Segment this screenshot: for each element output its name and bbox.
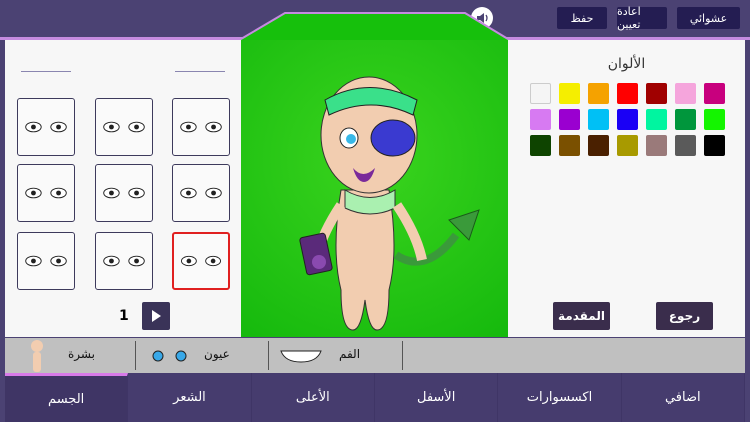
color-swatch[interactable] — [617, 109, 638, 130]
tab-0[interactable]: الجسم — [5, 373, 129, 422]
color-swatch[interactable] — [559, 83, 580, 104]
eye-style-option[interactable] — [172, 164, 230, 222]
character-preview — [241, 40, 508, 337]
eye-style-option[interactable] — [172, 98, 230, 156]
style-panel: 1 — [5, 40, 241, 337]
colors-title: الألوان — [607, 56, 646, 72]
color-swatch[interactable] — [588, 83, 609, 104]
category-tabs: الجسم الشعر الأعلى الأسفل اكسسوارات اضافي — [5, 373, 745, 422]
color-swatch[interactable] — [646, 109, 667, 130]
color-swatch[interactable] — [704, 83, 725, 104]
part-skin[interactable]: بشرة — [5, 338, 135, 373]
page-number: 1 — [119, 308, 129, 324]
color-swatch[interactable] — [559, 109, 580, 130]
back-button[interactable]: رجوع — [656, 302, 713, 330]
part-eyes[interactable]: عيون — [136, 338, 268, 373]
eye-style-option[interactable] — [172, 232, 230, 290]
parts-strip: بشرة عيون الفم — [5, 338, 745, 373]
color-swatch[interactable] — [646, 135, 667, 156]
part-mouth[interactable]: الفم — [269, 338, 402, 373]
color-swatch[interactable] — [617, 83, 638, 104]
tab-5[interactable]: اضافي — [621, 373, 745, 422]
intro-button[interactable]: المقدمة — [553, 302, 610, 330]
color-swatch[interactable] — [675, 135, 696, 156]
body-icon — [31, 340, 43, 372]
eye-style-option[interactable] — [95, 232, 153, 290]
eye-style-option[interactable] — [95, 98, 153, 156]
eyes-icon — [152, 350, 187, 362]
preview-tab-bump — [240, 12, 509, 40]
color-swatch[interactable] — [675, 83, 696, 104]
color-swatch[interactable] — [530, 135, 551, 156]
divider — [21, 71, 71, 72]
part-label: الفم — [339, 347, 361, 361]
color-swatch[interactable] — [704, 135, 725, 156]
character-illustration — [299, 76, 480, 331]
tab-3[interactable]: الأسفل — [374, 373, 499, 422]
eye-style-option[interactable] — [95, 164, 153, 222]
colors-panel: الألوان المقدمة رجوع — [508, 40, 745, 337]
tab-4[interactable]: اكسسوارات — [498, 373, 622, 422]
eye-style-option[interactable] — [17, 232, 75, 290]
color-swatch[interactable] — [530, 83, 551, 104]
eye-style-option[interactable] — [17, 98, 75, 156]
part-label: بشرة — [68, 347, 95, 361]
play-icon[interactable] — [142, 302, 170, 330]
tab-1[interactable]: الشعر — [128, 373, 252, 422]
color-swatch[interactable] — [588, 135, 609, 156]
color-swatch[interactable] — [646, 83, 667, 104]
eye-style-option[interactable] — [17, 164, 75, 222]
tab-2[interactable]: الأعلى — [251, 373, 375, 422]
part-label: عيون — [204, 347, 230, 361]
color-swatch[interactable] — [704, 109, 725, 130]
divider — [175, 71, 225, 72]
color-swatch[interactable] — [617, 135, 638, 156]
color-swatch[interactable] — [530, 109, 551, 130]
color-swatch[interactable] — [559, 135, 580, 156]
color-swatch[interactable] — [588, 109, 609, 130]
color-swatch[interactable] — [675, 109, 696, 130]
mouth-icon — [280, 350, 322, 363]
